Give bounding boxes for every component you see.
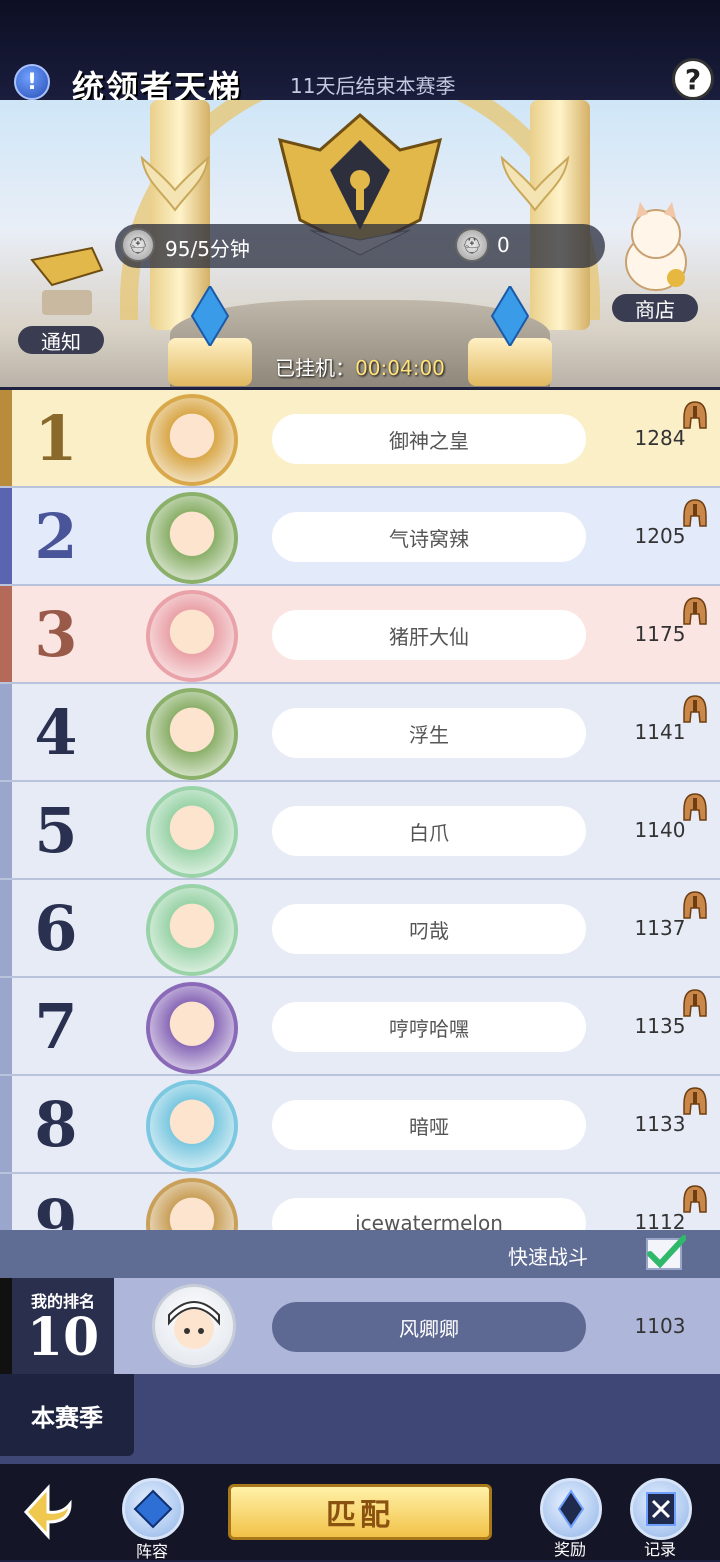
ranking-row[interactable]: 4 浮生 1141 <box>0 684 720 782</box>
arena-scene: ⛑ 95/5分钟 ⛑ 0 通知 商店 已挂机：00:04:00 <box>0 100 720 387</box>
ranking-row[interactable]: 2 气诗窝辣 1205 <box>0 488 720 586</box>
player-name: 叼哉 <box>272 904 586 954</box>
bottom-nav: 阵容 匹配 奖励 记录 <box>0 1464 720 1561</box>
my-score: 1103 <box>634 1314 686 1338</box>
afk-time: 00:04:00 <box>355 356 445 380</box>
rank-number: 4 <box>34 695 78 769</box>
player-name: icewatermelon <box>272 1198 586 1230</box>
my-rank-row: 我的排名 10 风卿卿 1103 <box>0 1278 720 1374</box>
helmet-icon <box>683 597 707 625</box>
rewards-button[interactable] <box>540 1478 602 1540</box>
notice-button[interactable]: 通知 <box>18 326 104 354</box>
player-avatar[interactable] <box>146 590 238 682</box>
records-book-icon <box>646 1492 676 1526</box>
player-avatar[interactable] <box>146 688 238 780</box>
crystal-icon <box>490 286 530 346</box>
helmet-coin-icon: ⛑ <box>121 228 155 262</box>
help-icon[interactable]: ? <box>672 58 714 100</box>
ranking-row[interactable]: 8 暗哑 1133 <box>0 1076 720 1174</box>
my-player-name: 风卿卿 <box>272 1302 586 1352</box>
player-name: 哼哼哈嘿 <box>272 1002 586 1052</box>
bird-statue-icon <box>140 155 210 212</box>
player-portrait-icon <box>168 1301 220 1349</box>
player-name: 气诗窝辣 <box>272 512 586 562</box>
player-name: 浮生 <box>272 708 586 758</box>
ranking-row[interactable]: 7 哼哼哈嘿 1135 <box>0 978 720 1076</box>
ranking-row[interactable]: 3 猪肝大仙 1175 <box>0 586 720 684</box>
helmet-icon <box>683 1087 707 1115</box>
back-icon[interactable] <box>18 1482 78 1542</box>
player-avatar[interactable] <box>146 492 238 584</box>
helmet-icon <box>683 695 707 723</box>
star-lineup-icon <box>133 1489 173 1529</box>
player-name: 御神之皇 <box>272 414 586 464</box>
afk-label: 已挂机： <box>275 356 356 380</box>
rewards-label: 奖励 <box>553 1540 586 1559</box>
quick-battle-checkbox[interactable] <box>646 1235 686 1270</box>
rank-number: 9 <box>34 1185 78 1231</box>
horn-statue-icon <box>30 246 104 315</box>
my-rank-cell: 我的排名 10 <box>12 1278 114 1374</box>
records-label: 记录 <box>643 1540 676 1559</box>
afk-timer: 已挂机：00:04:00 <box>0 352 720 381</box>
income-rate: 95/5分钟 <box>165 237 250 261</box>
rewards-crystal-icon <box>557 1489 585 1529</box>
rank-number: 7 <box>34 989 78 1063</box>
ranking-row[interactable]: 1 御神之皇 1284 <box>0 390 720 488</box>
my-rank-sidebar <box>0 1278 12 1374</box>
player-avatar[interactable] <box>146 394 238 486</box>
helmet-icon <box>683 1185 707 1213</box>
crystal-icon <box>190 286 230 346</box>
check-icon <box>647 1235 686 1269</box>
player-name: 猪肝大仙 <box>272 610 586 660</box>
lineup-label: 阵容 <box>135 1542 168 1561</box>
my-avatar[interactable] <box>152 1284 236 1368</box>
lucky-cat-shop-icon[interactable] <box>616 200 696 292</box>
rank-number: 3 <box>34 597 78 671</box>
my-rank-number: 10 <box>26 1307 100 1368</box>
helmet-coin-icon: ⛑ <box>455 228 489 262</box>
helmet-icon <box>683 499 707 527</box>
ranking-row[interactable]: 5 白爪 1140 <box>0 782 720 880</box>
player-name: 白爪 <box>272 806 586 856</box>
income-balance: 0 <box>497 233 510 257</box>
match-button[interactable]: 匹配 <box>228 1484 492 1540</box>
lineup-button[interactable] <box>122 1478 184 1540</box>
bird-statue-icon <box>500 155 570 212</box>
player-avatar[interactable] <box>146 786 238 878</box>
helmet-icon <box>683 989 707 1017</box>
quick-battle-label: 快速战斗 <box>508 1245 588 1269</box>
ranking-list[interactable]: 1 御神之皇 1284 2 气诗窝辣 1205 3 猪肝大仙 1175 4 浮生… <box>0 390 720 1230</box>
header-bar: ! 统领者天梯 11天后结束本赛季 ? <box>0 0 720 106</box>
season-panel: 本赛季 <box>0 1374 720 1464</box>
ranking-row[interactable]: 6 叼哉 1137 <box>0 880 720 978</box>
rank-number: 1 <box>34 401 78 475</box>
helmet-icon <box>683 891 707 919</box>
player-name: 暗哑 <box>272 1100 586 1150</box>
player-avatar[interactable] <box>146 1178 238 1230</box>
shop-button[interactable]: 商店 <box>612 294 698 322</box>
player-avatar[interactable] <box>146 1080 238 1172</box>
ranking-row[interactable]: 9 icewatermelon 1112 <box>0 1174 720 1230</box>
quick-battle-bar: 快速战斗 <box>0 1230 720 1278</box>
rank-number: 5 <box>34 793 78 867</box>
helmet-icon <box>683 793 707 821</box>
tab-current-season[interactable]: 本赛季 <box>0 1374 134 1456</box>
alert-icon[interactable]: ! <box>14 64 50 100</box>
records-button[interactable] <box>630 1478 692 1540</box>
player-avatar[interactable] <box>146 884 238 976</box>
rank-number: 6 <box>34 891 78 965</box>
rank-number: 2 <box>34 499 78 573</box>
season-end-text: 11天后结束本赛季 <box>290 74 456 98</box>
player-avatar[interactable] <box>146 982 238 1074</box>
rank-number: 8 <box>34 1087 78 1161</box>
helmet-icon <box>683 401 707 429</box>
income-bar: ⛑ 95/5分钟 ⛑ 0 <box>115 224 605 268</box>
